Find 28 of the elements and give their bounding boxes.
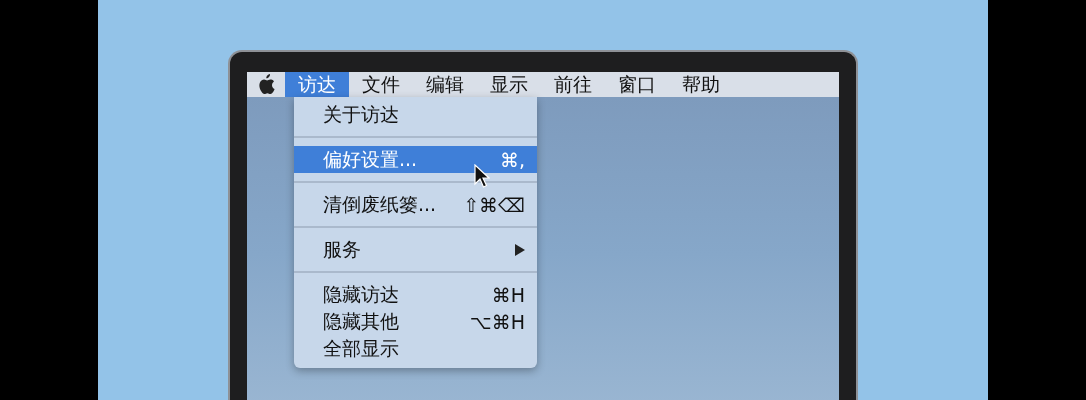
menu-item-label: 隐藏其他 [323, 308, 399, 334]
mouse-pointer-icon [474, 164, 490, 190]
menu-item-label: 隐藏访达 [323, 281, 399, 307]
menu-item[interactable]: 清倒废纸篓... ⇧⌘⌫ [294, 191, 537, 218]
shortcut-label: ⌘H [491, 283, 525, 306]
menu-bar-item[interactable]: 窗口 [605, 72, 669, 97]
menu-item-label: 服务 [323, 236, 361, 262]
menu-bar-item[interactable]: 访达 [285, 72, 349, 97]
shortcut-label: ⌥⌘H [469, 310, 525, 333]
menu-item[interactable]: 隐藏其他 ⌥⌘H [294, 308, 537, 335]
menu-item[interactable]: 关于访达 [294, 101, 537, 128]
menu-bar-item[interactable]: 显示 [477, 72, 541, 97]
menu-item[interactable]: 服务 [294, 236, 537, 263]
menu-bar-item[interactable]: 文件 [349, 72, 413, 97]
menu-item[interactable]: 隐藏访达 ⌘H [294, 281, 537, 308]
menu-item-label: 清倒废纸篓... [323, 191, 437, 217]
menu-bar-item[interactable]: 帮助 [669, 72, 733, 97]
submenu-arrow-icon [515, 243, 525, 256]
menu-bar-item[interactable]: 编辑 [413, 72, 477, 97]
shortcut-label: ⇧⌘⌫ [463, 193, 525, 216]
menu-item-label: 偏好设置... [323, 146, 418, 172]
menu-item[interactable]: 全部显示 [294, 335, 537, 362]
menu-bar-item[interactable]: 前往 [541, 72, 605, 97]
shortcut-label: ⌘, [499, 148, 525, 171]
menu-item[interactable]: 偏好设置... ⌘, [294, 146, 537, 173]
menu-item-label: 关于访达 [323, 101, 399, 127]
menu-item-label: 全部显示 [323, 335, 399, 361]
apple-logo-icon[interactable] [257, 74, 275, 95]
